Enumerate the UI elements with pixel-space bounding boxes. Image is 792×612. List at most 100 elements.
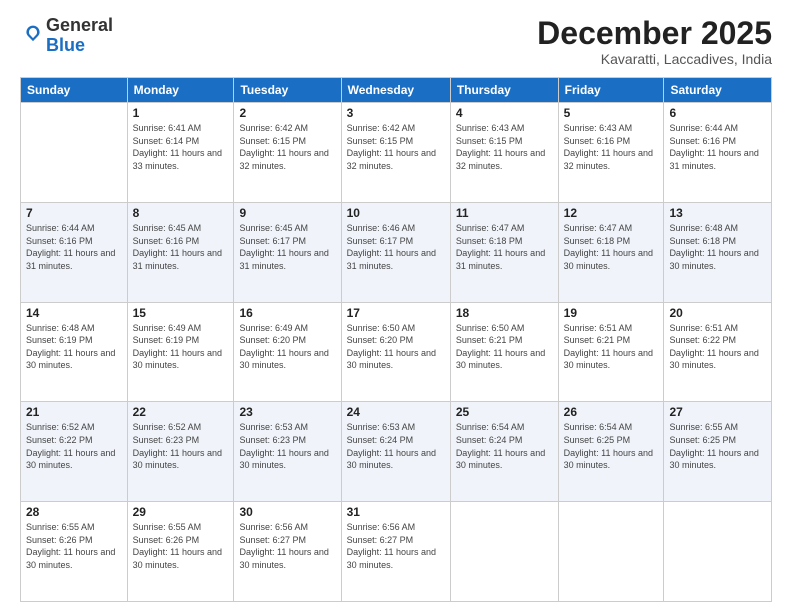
day-number: 19 bbox=[564, 306, 659, 320]
day-info: Sunrise: 6:48 AMSunset: 6:19 PMDaylight:… bbox=[26, 323, 115, 371]
logo-blue: Blue bbox=[46, 35, 85, 55]
day-number: 6 bbox=[669, 106, 766, 120]
day-info: Sunrise: 6:45 AMSunset: 6:16 PMDaylight:… bbox=[133, 223, 222, 271]
calendar-cell: 8 Sunrise: 6:45 AMSunset: 6:16 PMDayligh… bbox=[127, 202, 234, 302]
day-number: 23 bbox=[239, 405, 335, 419]
calendar-cell: 17 Sunrise: 6:50 AMSunset: 6:20 PMDaylig… bbox=[341, 302, 450, 402]
calendar-cell: 19 Sunrise: 6:51 AMSunset: 6:21 PMDaylig… bbox=[558, 302, 664, 402]
calendar-cell: 13 Sunrise: 6:48 AMSunset: 6:18 PMDaylig… bbox=[664, 202, 772, 302]
week-row-3: 14 Sunrise: 6:48 AMSunset: 6:19 PMDaylig… bbox=[21, 302, 772, 402]
calendar-cell: 15 Sunrise: 6:49 AMSunset: 6:19 PMDaylig… bbox=[127, 302, 234, 402]
header: General Blue December 2025 Kavaratti, La… bbox=[20, 16, 772, 67]
week-row-1: 1 Sunrise: 6:41 AMSunset: 6:14 PMDayligh… bbox=[21, 103, 772, 203]
day-number: 1 bbox=[133, 106, 229, 120]
day-number: 21 bbox=[26, 405, 122, 419]
calendar-cell: 5 Sunrise: 6:43 AMSunset: 6:16 PMDayligh… bbox=[558, 103, 664, 203]
day-info: Sunrise: 6:56 AMSunset: 6:27 PMDaylight:… bbox=[239, 522, 328, 570]
weekday-header-monday: Monday bbox=[127, 78, 234, 103]
weekday-header-wednesday: Wednesday bbox=[341, 78, 450, 103]
calendar-cell bbox=[21, 103, 128, 203]
calendar-cell: 4 Sunrise: 6:43 AMSunset: 6:15 PMDayligh… bbox=[450, 103, 558, 203]
day-info: Sunrise: 6:47 AMSunset: 6:18 PMDaylight:… bbox=[564, 223, 653, 271]
day-info: Sunrise: 6:45 AMSunset: 6:17 PMDaylight:… bbox=[239, 223, 328, 271]
day-number: 18 bbox=[456, 306, 553, 320]
day-number: 20 bbox=[669, 306, 766, 320]
calendar-cell: 24 Sunrise: 6:53 AMSunset: 6:24 PMDaylig… bbox=[341, 402, 450, 502]
day-info: Sunrise: 6:55 AMSunset: 6:26 PMDaylight:… bbox=[26, 522, 115, 570]
calendar-cell: 10 Sunrise: 6:46 AMSunset: 6:17 PMDaylig… bbox=[341, 202, 450, 302]
day-info: Sunrise: 6:43 AMSunset: 6:15 PMDaylight:… bbox=[456, 123, 545, 171]
calendar-cell: 11 Sunrise: 6:47 AMSunset: 6:18 PMDaylig… bbox=[450, 202, 558, 302]
calendar-cell: 29 Sunrise: 6:55 AMSunset: 6:26 PMDaylig… bbox=[127, 502, 234, 602]
calendar-cell: 9 Sunrise: 6:45 AMSunset: 6:17 PMDayligh… bbox=[234, 202, 341, 302]
weekday-header-thursday: Thursday bbox=[450, 78, 558, 103]
calendar-cell bbox=[664, 502, 772, 602]
day-info: Sunrise: 6:50 AMSunset: 6:21 PMDaylight:… bbox=[456, 323, 545, 371]
day-info: Sunrise: 6:41 AMSunset: 6:14 PMDaylight:… bbox=[133, 123, 222, 171]
day-info: Sunrise: 6:44 AMSunset: 6:16 PMDaylight:… bbox=[669, 123, 758, 171]
calendar-cell bbox=[450, 502, 558, 602]
calendar-cell: 12 Sunrise: 6:47 AMSunset: 6:18 PMDaylig… bbox=[558, 202, 664, 302]
calendar-cell: 6 Sunrise: 6:44 AMSunset: 6:16 PMDayligh… bbox=[664, 103, 772, 203]
day-info: Sunrise: 6:46 AMSunset: 6:17 PMDaylight:… bbox=[347, 223, 436, 271]
day-info: Sunrise: 6:49 AMSunset: 6:20 PMDaylight:… bbox=[239, 323, 328, 371]
day-number: 25 bbox=[456, 405, 553, 419]
title-area: December 2025 Kavaratti, Laccadives, Ind… bbox=[537, 16, 772, 67]
day-number: 7 bbox=[26, 206, 122, 220]
day-number: 2 bbox=[239, 106, 335, 120]
day-number: 3 bbox=[347, 106, 445, 120]
calendar-cell: 23 Sunrise: 6:53 AMSunset: 6:23 PMDaylig… bbox=[234, 402, 341, 502]
day-info: Sunrise: 6:56 AMSunset: 6:27 PMDaylight:… bbox=[347, 522, 436, 570]
day-number: 16 bbox=[239, 306, 335, 320]
calendar-cell: 18 Sunrise: 6:50 AMSunset: 6:21 PMDaylig… bbox=[450, 302, 558, 402]
day-info: Sunrise: 6:49 AMSunset: 6:19 PMDaylight:… bbox=[133, 323, 222, 371]
logo-general: General bbox=[46, 15, 113, 35]
day-info: Sunrise: 6:53 AMSunset: 6:23 PMDaylight:… bbox=[239, 422, 328, 470]
weekday-header-row: SundayMondayTuesdayWednesdayThursdayFrid… bbox=[21, 78, 772, 103]
day-number: 22 bbox=[133, 405, 229, 419]
day-info: Sunrise: 6:52 AMSunset: 6:23 PMDaylight:… bbox=[133, 422, 222, 470]
day-info: Sunrise: 6:55 AMSunset: 6:25 PMDaylight:… bbox=[669, 422, 758, 470]
calendar-cell: 3 Sunrise: 6:42 AMSunset: 6:15 PMDayligh… bbox=[341, 103, 450, 203]
calendar-cell: 26 Sunrise: 6:54 AMSunset: 6:25 PMDaylig… bbox=[558, 402, 664, 502]
week-row-4: 21 Sunrise: 6:52 AMSunset: 6:22 PMDaylig… bbox=[21, 402, 772, 502]
calendar-cell: 25 Sunrise: 6:54 AMSunset: 6:24 PMDaylig… bbox=[450, 402, 558, 502]
calendar-cell: 22 Sunrise: 6:52 AMSunset: 6:23 PMDaylig… bbox=[127, 402, 234, 502]
day-info: Sunrise: 6:51 AMSunset: 6:21 PMDaylight:… bbox=[564, 323, 653, 371]
day-info: Sunrise: 6:44 AMSunset: 6:16 PMDaylight:… bbox=[26, 223, 115, 271]
calendar-cell bbox=[558, 502, 664, 602]
day-number: 9 bbox=[239, 206, 335, 220]
day-info: Sunrise: 6:42 AMSunset: 6:15 PMDaylight:… bbox=[239, 123, 328, 171]
day-number: 17 bbox=[347, 306, 445, 320]
calendar-cell: 20 Sunrise: 6:51 AMSunset: 6:22 PMDaylig… bbox=[664, 302, 772, 402]
logo-icon bbox=[22, 22, 44, 44]
day-number: 28 bbox=[26, 505, 122, 519]
day-info: Sunrise: 6:48 AMSunset: 6:18 PMDaylight:… bbox=[669, 223, 758, 271]
calendar-cell: 21 Sunrise: 6:52 AMSunset: 6:22 PMDaylig… bbox=[21, 402, 128, 502]
day-number: 4 bbox=[456, 106, 553, 120]
day-info: Sunrise: 6:47 AMSunset: 6:18 PMDaylight:… bbox=[456, 223, 545, 271]
weekday-header-friday: Friday bbox=[558, 78, 664, 103]
week-row-2: 7 Sunrise: 6:44 AMSunset: 6:16 PMDayligh… bbox=[21, 202, 772, 302]
day-info: Sunrise: 6:55 AMSunset: 6:26 PMDaylight:… bbox=[133, 522, 222, 570]
day-info: Sunrise: 6:54 AMSunset: 6:25 PMDaylight:… bbox=[564, 422, 653, 470]
day-number: 29 bbox=[133, 505, 229, 519]
day-info: Sunrise: 6:43 AMSunset: 6:16 PMDaylight:… bbox=[564, 123, 653, 171]
month-title: December 2025 bbox=[537, 16, 772, 51]
day-info: Sunrise: 6:50 AMSunset: 6:20 PMDaylight:… bbox=[347, 323, 436, 371]
week-row-5: 28 Sunrise: 6:55 AMSunset: 6:26 PMDaylig… bbox=[21, 502, 772, 602]
day-number: 24 bbox=[347, 405, 445, 419]
day-info: Sunrise: 6:42 AMSunset: 6:15 PMDaylight:… bbox=[347, 123, 436, 171]
calendar-table: SundayMondayTuesdayWednesdayThursdayFrid… bbox=[20, 77, 772, 602]
day-number: 12 bbox=[564, 206, 659, 220]
day-info: Sunrise: 6:53 AMSunset: 6:24 PMDaylight:… bbox=[347, 422, 436, 470]
day-number: 10 bbox=[347, 206, 445, 220]
day-number: 30 bbox=[239, 505, 335, 519]
calendar-cell: 30 Sunrise: 6:56 AMSunset: 6:27 PMDaylig… bbox=[234, 502, 341, 602]
day-info: Sunrise: 6:52 AMSunset: 6:22 PMDaylight:… bbox=[26, 422, 115, 470]
day-number: 27 bbox=[669, 405, 766, 419]
calendar-page: General Blue December 2025 Kavaratti, La… bbox=[0, 0, 792, 612]
day-info: Sunrise: 6:51 AMSunset: 6:22 PMDaylight:… bbox=[669, 323, 758, 371]
calendar-cell: 27 Sunrise: 6:55 AMSunset: 6:25 PMDaylig… bbox=[664, 402, 772, 502]
calendar-cell: 31 Sunrise: 6:56 AMSunset: 6:27 PMDaylig… bbox=[341, 502, 450, 602]
